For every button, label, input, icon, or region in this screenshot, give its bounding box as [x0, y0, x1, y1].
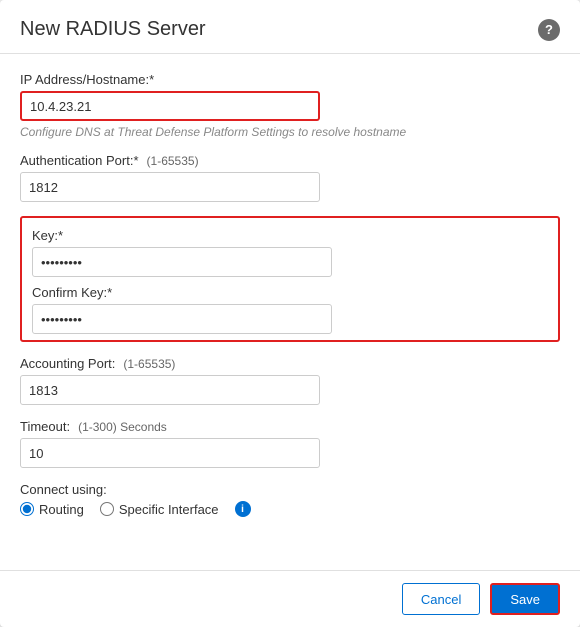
- specific-interface-option[interactable]: Specific Interface: [100, 502, 219, 517]
- key-input[interactable]: [32, 247, 332, 277]
- auth-port-label: Authentication Port:*: [20, 153, 139, 168]
- cancel-button[interactable]: Cancel: [402, 583, 480, 615]
- confirm-key-label: Confirm Key:*: [32, 285, 548, 300]
- new-radius-server-dialog: New RADIUS Server ? IP Address/Hostname:…: [0, 0, 580, 627]
- connect-using-info-icon[interactable]: i: [235, 501, 251, 517]
- ip-address-group: IP Address/Hostname:* Configure DNS at T…: [20, 72, 560, 139]
- auth-port-input[interactable]: [20, 172, 320, 202]
- confirm-key-input[interactable]: [32, 304, 332, 334]
- connect-using-label: Connect using:: [20, 482, 560, 497]
- timeout-hint: (1-300) Seconds: [78, 420, 167, 434]
- dialog-footer: Cancel Save: [0, 570, 580, 627]
- key-label: Key:*: [32, 228, 548, 243]
- timeout-label-row: Timeout: (1-300) Seconds: [20, 419, 560, 434]
- accounting-port-label: Accounting Port:: [20, 356, 115, 371]
- key-section: Key:* Confirm Key:*: [20, 216, 560, 342]
- specific-interface-label: Specific Interface: [119, 502, 219, 517]
- dialog-header: New RADIUS Server ?: [0, 0, 580, 54]
- specific-interface-radio[interactable]: [100, 502, 114, 516]
- timeout-input[interactable]: [20, 438, 320, 468]
- accounting-port-input[interactable]: [20, 375, 320, 405]
- routing-radio[interactable]: [20, 502, 34, 516]
- auth-port-hint: (1-65535): [147, 154, 199, 168]
- ip-address-label: IP Address/Hostname:*: [20, 72, 560, 87]
- dialog-body: IP Address/Hostname:* Configure DNS at T…: [0, 54, 580, 570]
- key-group: Key:*: [32, 228, 548, 277]
- help-icon[interactable]: ?: [538, 19, 560, 41]
- routing-option[interactable]: Routing: [20, 502, 84, 517]
- ip-address-hint: Configure DNS at Threat Defense Platform…: [20, 125, 560, 139]
- accounting-port-label-row: Accounting Port: (1-65535): [20, 356, 560, 371]
- routing-label: Routing: [39, 502, 84, 517]
- ip-address-input[interactable]: [20, 91, 320, 121]
- auth-port-group: Authentication Port:* (1-65535): [20, 153, 560, 202]
- timeout-label: Timeout:: [20, 419, 70, 434]
- connect-using-radio-group: Routing Specific Interface i: [20, 501, 560, 517]
- auth-port-label-row: Authentication Port:* (1-65535): [20, 153, 560, 168]
- accounting-port-group: Accounting Port: (1-65535): [20, 356, 560, 405]
- accounting-port-hint: (1-65535): [123, 357, 175, 371]
- save-button[interactable]: Save: [490, 583, 560, 615]
- timeout-group: Timeout: (1-300) Seconds: [20, 419, 560, 468]
- connect-using-group: Connect using: Routing Specific Interfac…: [20, 482, 560, 517]
- confirm-key-group: Confirm Key:*: [32, 285, 548, 334]
- dialog-title: New RADIUS Server: [20, 18, 206, 41]
